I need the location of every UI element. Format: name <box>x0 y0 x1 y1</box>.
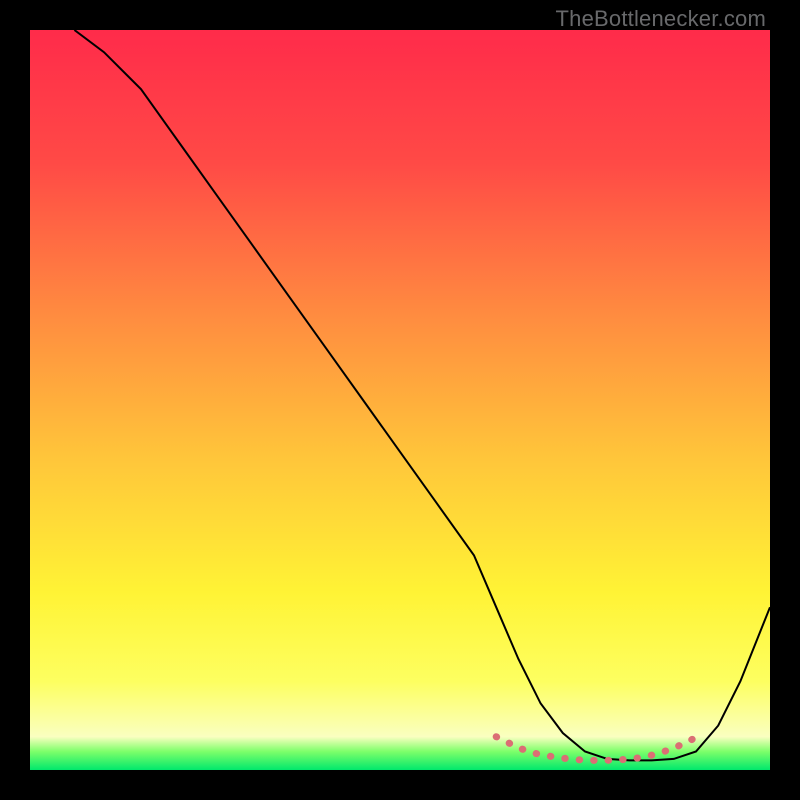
bottleneck-chart <box>30 30 770 770</box>
chart-gradient-background <box>30 30 770 770</box>
chart-frame <box>30 30 770 770</box>
watermark-text: TheBottlenecker.com <box>556 6 766 32</box>
